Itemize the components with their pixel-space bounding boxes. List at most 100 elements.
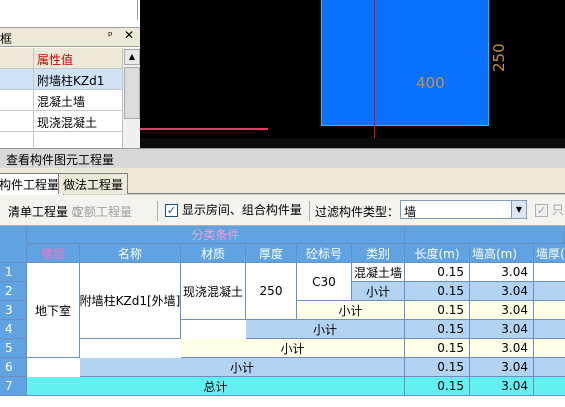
subtotal-cell[interactable]: 小计 xyxy=(181,339,405,358)
subtotal-cell[interactable]: 小计 xyxy=(297,301,405,320)
length-cell[interactable]: 0.15 xyxy=(405,263,470,282)
wall-thickness-cell[interactable] xyxy=(534,263,565,282)
property-row[interactable] xyxy=(0,132,122,148)
subtotal-cell[interactable]: 小计 xyxy=(352,282,405,301)
checkmark-icon[interactable]: ✓ xyxy=(165,204,178,217)
separator xyxy=(309,201,310,221)
height-cell[interactable]: 3.04 xyxy=(470,377,534,396)
header-blank xyxy=(405,226,565,244)
wall-element[interactable] xyxy=(321,0,489,126)
property-value: 现浇混凝土 xyxy=(37,116,98,130)
row-number[interactable]: 2 xyxy=(0,282,27,301)
wall-thickness-cell[interactable] xyxy=(534,320,565,339)
filter-type-value: 墙 xyxy=(404,205,417,219)
grid-empty-area xyxy=(0,396,565,407)
panel-title: 框 xyxy=(0,32,13,46)
column-header-material[interactable]: 材质 xyxy=(181,244,246,263)
column-header-grade[interactable]: 砼标号 xyxy=(297,244,352,263)
quota-quantity-radio[interactable]: 定额工程量 xyxy=(72,203,132,220)
column-header-wall-thickness[interactable]: 墙厚(m) xyxy=(534,244,565,263)
property-value: 混凝土墙 xyxy=(37,95,86,109)
column-header-category[interactable]: 类别 xyxy=(352,244,405,263)
property-panel: 框 ᵖ ✕ 属性值 附墙柱KZd1 混凝土墙 现浇混凝土 ▲ xyxy=(0,0,140,148)
height-cell[interactable]: 3.04 xyxy=(470,358,534,377)
subtotal-cell[interactable]: 小计 xyxy=(80,358,405,377)
category-cell[interactable]: 混凝土墙 xyxy=(352,263,405,282)
pin-icon[interactable]: ᵖ xyxy=(108,29,113,42)
axis-line xyxy=(374,0,375,148)
scroll-thumb[interactable] xyxy=(124,67,140,119)
name-cell[interactable]: 附墙柱KZd1[外墙] xyxy=(80,263,181,339)
height-cell[interactable]: 3.04 xyxy=(470,339,534,358)
height-cell[interactable]: 3.04 xyxy=(470,320,534,339)
property-row[interactable]: 附墙柱KZd1 xyxy=(0,69,122,90)
wall-thickness-cell[interactable] xyxy=(534,339,565,358)
scroll-up-icon[interactable]: ▲ xyxy=(124,49,140,65)
length-cell[interactable]: 0.15 xyxy=(405,358,470,377)
property-value-header: 属性值 xyxy=(37,53,74,67)
length-cell[interactable]: 0.15 xyxy=(405,339,470,358)
only-label: 只 xyxy=(551,203,564,217)
filter-type-select[interactable]: 墙 ▼ xyxy=(400,200,527,219)
close-icon[interactable]: ✕ xyxy=(124,28,134,42)
tab-strip: 构件工程量 做法工程量 xyxy=(0,168,565,195)
wall-thickness-cell[interactable] xyxy=(534,377,565,396)
thickness-cell[interactable]: 250 xyxy=(246,263,297,320)
row-number[interactable]: 1 xyxy=(0,263,27,282)
cad-bottom-strip xyxy=(140,138,565,148)
corner-cell xyxy=(0,226,27,263)
floor-cell[interactable]: 地下室 xyxy=(27,263,80,358)
list-quantity-label: 清单工程量 xyxy=(8,205,69,219)
options-toolbar: 清单工程量 定额工程量 ✓ 显示房间、组合构件量 过滤构件类型： 墙 ▼ ✓ 只 xyxy=(0,195,565,226)
show-room-checkbox[interactable]: ✓ 显示房间、组合构件量 xyxy=(165,201,302,218)
group-header: 分类条件 xyxy=(27,226,405,244)
property-header-row: 属性值 xyxy=(0,48,122,69)
panel-top-strip xyxy=(0,0,140,28)
material-cell[interactable]: 现浇混凝土 xyxy=(181,263,246,320)
show-room-label: 显示房间、组合构件量 xyxy=(181,203,302,217)
checkmark-icon[interactable]: ✓ xyxy=(535,204,548,217)
quantity-grid: 分类条件 楼层 名称 材质 厚度 砼标号 类别 长度(m) 墙高(m) 墙厚(m… xyxy=(0,226,565,407)
wall-line xyxy=(140,128,268,130)
column-header-height[interactable]: 墙高(m) xyxy=(470,244,534,263)
property-scrollbar[interactable]: ▲ xyxy=(122,48,140,148)
column-header-floor[interactable]: 楼层 xyxy=(27,244,80,263)
property-row[interactable]: 混凝土墙 xyxy=(0,90,122,111)
height-cell[interactable]: 3.04 xyxy=(470,301,534,320)
only-checkbox[interactable]: ✓ 只 xyxy=(535,201,564,218)
column-header-length[interactable]: 长度(m) xyxy=(405,244,470,263)
length-cell[interactable]: 0.15 xyxy=(405,301,470,320)
wall-thickness-cell[interactable] xyxy=(534,358,565,377)
filter-type-label: 过滤构件类型： xyxy=(315,205,400,219)
column-header-thickness[interactable]: 厚度 xyxy=(246,244,297,263)
wall-thickness-cell[interactable] xyxy=(534,301,565,320)
tab-component-quantity[interactable]: 构件工程量 xyxy=(0,173,65,195)
dialog-title-bar[interactable]: 查看构件图元工程量 xyxy=(0,148,565,168)
dimension-width: 400 xyxy=(416,74,445,92)
tab-method-quantity[interactable]: 做法工程量 xyxy=(58,173,129,194)
property-row[interactable]: 现浇混凝土 xyxy=(0,111,122,132)
total-cell[interactable]: 总计 xyxy=(27,377,405,396)
row-number[interactable]: 6 xyxy=(0,358,27,377)
property-value: 附墙柱KZd1 xyxy=(37,74,105,88)
dialog-title: 查看构件图元工程量 xyxy=(6,153,115,167)
row-number[interactable]: 7 xyxy=(0,377,27,396)
column-header-name[interactable]: 名称 xyxy=(80,244,181,263)
grade-cell[interactable]: C30 xyxy=(297,263,352,301)
row-number[interactable]: 5 xyxy=(0,339,27,358)
length-cell[interactable]: 0.15 xyxy=(405,282,470,301)
dimension-height: 250 xyxy=(490,43,508,72)
height-cell[interactable]: 3.04 xyxy=(470,282,534,301)
height-cell[interactable]: 3.04 xyxy=(470,263,534,282)
subtotal-cell[interactable]: 小计 xyxy=(246,320,405,339)
cad-viewport[interactable]: 400 250 xyxy=(140,0,565,148)
list-quantity-radio[interactable]: 清单工程量 xyxy=(8,203,81,220)
wall-thickness-cell[interactable] xyxy=(534,282,565,301)
panel-title-bar: 框 ᵖ ✕ xyxy=(0,28,140,47)
length-cell[interactable]: 0.15 xyxy=(405,377,470,396)
row-number[interactable]: 3 xyxy=(0,301,27,320)
row-number[interactable]: 4 xyxy=(0,320,27,339)
length-cell[interactable]: 0.15 xyxy=(405,320,470,339)
quota-quantity-label: 定额工程量 xyxy=(72,205,133,219)
chevron-down-icon[interactable]: ▼ xyxy=(511,201,526,218)
